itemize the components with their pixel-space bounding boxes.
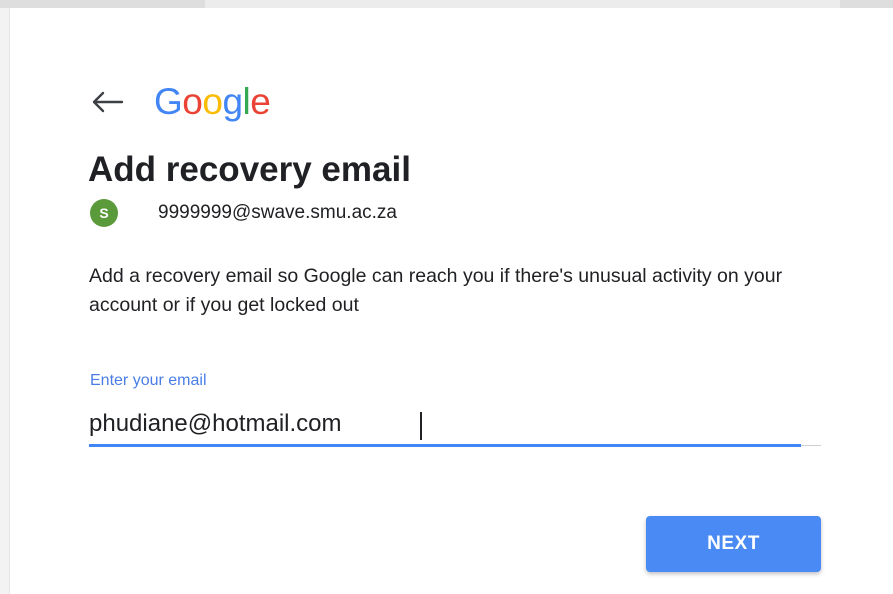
left-border xyxy=(0,8,10,594)
email-field-label: Enter your email xyxy=(90,372,207,389)
description-text: Add a recovery email so Google can reach… xyxy=(89,265,783,316)
top-browser-strip xyxy=(0,0,893,8)
account-email: 9999999@swave.smu.ac.za xyxy=(158,202,397,223)
arrow-left-icon xyxy=(92,91,124,113)
account-chip: S 9999999@swave.smu.ac.za xyxy=(90,199,397,227)
top-strip-segment xyxy=(0,0,205,8)
page-title: Add recovery email xyxy=(88,150,411,189)
logo-letter: o xyxy=(202,81,223,122)
email-field[interactable] xyxy=(89,404,821,444)
logo-letter: e xyxy=(250,81,271,122)
email-field-container[interactable] xyxy=(89,404,821,448)
avatar: S xyxy=(90,199,118,227)
logo-letter: G xyxy=(154,81,183,122)
back-button[interactable] xyxy=(90,85,130,119)
logo-letter: o xyxy=(182,81,203,122)
next-button[interactable]: NEXT xyxy=(646,516,821,572)
google-logo: Google xyxy=(154,80,271,124)
text-caret xyxy=(420,412,422,440)
field-underline-active xyxy=(89,444,801,447)
recovery-email-page: Google Add recovery email S 9999999@swav… xyxy=(0,0,893,594)
top-strip-segment xyxy=(840,0,893,8)
logo-letter: g xyxy=(222,81,243,122)
